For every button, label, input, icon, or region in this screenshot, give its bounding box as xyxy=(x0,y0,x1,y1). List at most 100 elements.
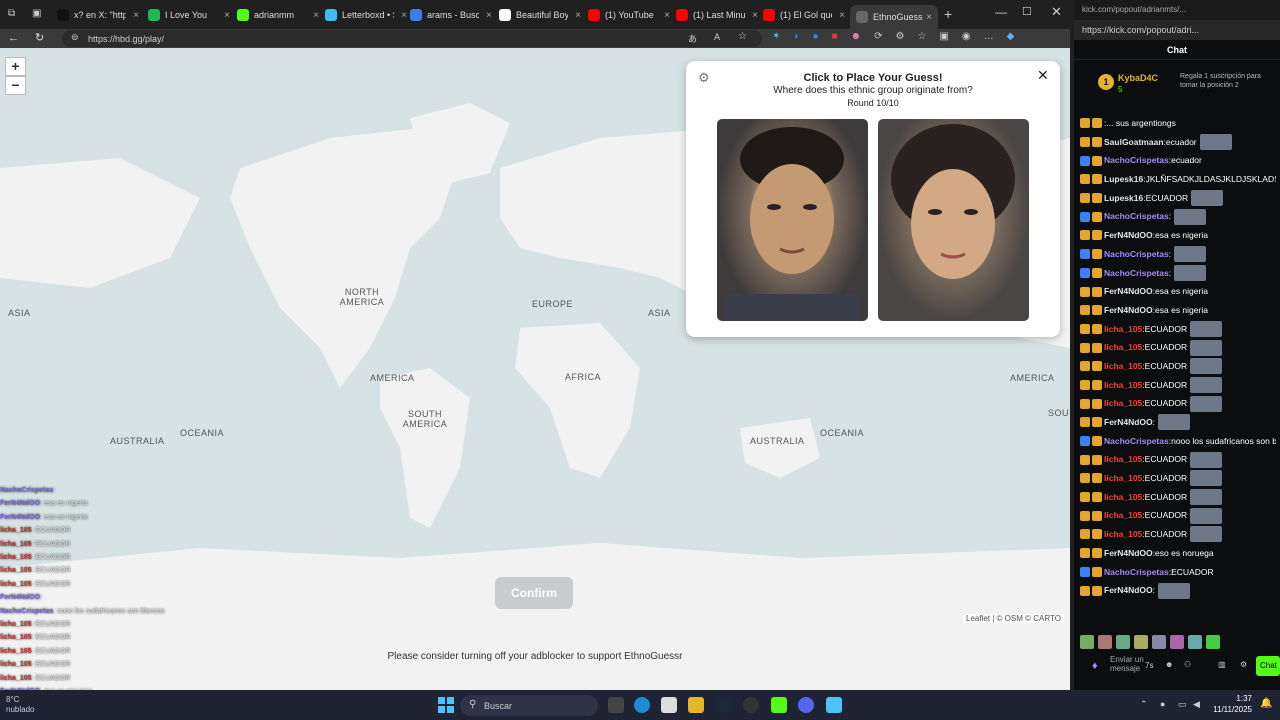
tab-2[interactable]: I Love You × xyxy=(148,5,230,25)
tab-4[interactable]: Letterboxd • Se × xyxy=(325,5,407,25)
chat-message[interactable]: NachoCrispetas: ecuador xyxy=(1080,151,1276,170)
minimize-button[interactable]: — xyxy=(995,5,1007,19)
chat-username[interactable]: Lupesk16 xyxy=(1104,189,1143,208)
chat-message[interactable]: licha_105: ECUADOR xyxy=(1080,376,1276,395)
extension-icon[interactable]: ☻ xyxy=(851,31,862,46)
chat-username[interactable]: licha_105 xyxy=(1104,394,1142,413)
chat-message[interactable]: : ... sus argentiongs xyxy=(1080,114,1276,133)
settings-icon[interactable]: ⚙ xyxy=(1240,660,1247,669)
address-bar[interactable]: ⊜ https://hbd.gg/play/ あ A ☆ xyxy=(62,30,762,47)
chat-message[interactable]: licha_105: ECUADOR xyxy=(1080,357,1276,376)
extension-icon[interactable]: ⟳ xyxy=(874,31,882,46)
zoom-out-button[interactable]: − xyxy=(5,76,26,95)
chat-message[interactable]: licha_105: ECUADOR xyxy=(1080,488,1276,507)
chat-message[interactable]: FerN4NdOO: xyxy=(1080,413,1276,432)
timer-icon[interactable]: 7s xyxy=(1145,661,1153,670)
copilot-icon[interactable]: ◆ xyxy=(1007,31,1015,46)
translate-icon[interactable]: あ xyxy=(688,32,697,45)
close-tab-icon[interactable]: × xyxy=(661,10,670,21)
emote-icon[interactable] xyxy=(1116,635,1130,649)
chat-message[interactable]: SaulGoatmaan: ecuador xyxy=(1080,133,1276,152)
obs-icon[interactable] xyxy=(743,697,759,713)
extension-icon[interactable]: ✶ xyxy=(772,31,780,46)
site-info-icon[interactable]: ⊜ xyxy=(71,32,79,43)
chat-message[interactable]: Lupesk16: JKLÑFSADKJLDASJKLDJSKLADSA xyxy=(1080,170,1276,189)
tab-7[interactable]: (1) YouTube × xyxy=(588,5,670,25)
kick-url[interactable]: https://kick.com/popout/adri... xyxy=(1074,20,1280,40)
more-menu-icon[interactable]: … xyxy=(984,31,994,46)
close-tab-icon[interactable]: × xyxy=(572,10,581,21)
close-window-button[interactable]: ✕ xyxy=(1051,4,1062,20)
emote-icon[interactable] xyxy=(1206,635,1220,649)
favorite-star-icon[interactable]: ☆ xyxy=(738,31,747,42)
chat-username[interactable]: FerN4NdOO xyxy=(1104,581,1153,600)
discord-icon[interactable] xyxy=(798,697,814,713)
extensions-puzzle-icon[interactable]: ⚙ xyxy=(895,31,904,46)
edge-icon[interactable] xyxy=(634,697,650,713)
trash-icon[interactable]: ▥ xyxy=(1218,660,1226,669)
extension-icon[interactable]: ■ xyxy=(831,31,837,46)
tab-actions-icon[interactable]: ▣ xyxy=(32,8,41,19)
chat-username[interactable]: licha_105 xyxy=(1104,320,1142,339)
tab-10[interactable]: EthnoGuessr × xyxy=(850,5,938,29)
chat-username[interactable]: licha_105 xyxy=(1104,357,1142,376)
chat-username[interactable]: NachoCrispetas xyxy=(1104,432,1169,451)
clock-date[interactable]: 11/11/2025 xyxy=(1208,705,1252,714)
close-tab-icon[interactable]: × xyxy=(130,10,139,21)
chat-message[interactable]: licha_105: ECUADOR xyxy=(1080,450,1276,469)
chat-message[interactable]: FerN4NdOO: esa es nigeria xyxy=(1080,282,1276,301)
collections-icon[interactable]: ▣ xyxy=(939,31,948,46)
kick-app-icon[interactable] xyxy=(771,697,787,713)
close-tab-icon[interactable]: × xyxy=(483,10,492,21)
emote-icon[interactable] xyxy=(1170,635,1184,649)
tab-6[interactable]: Beautiful Boy - × xyxy=(499,5,581,25)
new-tab-button[interactable]: + xyxy=(944,6,952,22)
chat-username[interactable]: licha_105 xyxy=(1104,338,1142,357)
emote-icon[interactable] xyxy=(1098,635,1112,649)
chat-message[interactable]: FerN4NdOO: eso es noruega xyxy=(1080,544,1276,563)
chat-username[interactable]: FerN4NdOO xyxy=(1104,413,1153,432)
chat-username[interactable]: Lupesk16 xyxy=(1104,170,1143,189)
reload-icon[interactable]: ↻ xyxy=(35,30,44,47)
chat-username[interactable]: FerN4NdOO xyxy=(1104,226,1153,245)
emote-icon[interactable] xyxy=(1188,635,1202,649)
chat-message[interactable]: licha_105: ECUADOR xyxy=(1080,394,1276,413)
chat-message[interactable]: NachoCrispetas: ECUADOR xyxy=(1080,563,1276,582)
emote-icon[interactable] xyxy=(1080,635,1094,649)
microphone-icon[interactable]: ♦ xyxy=(1092,660,1098,672)
close-tab-icon[interactable]: × xyxy=(923,12,932,23)
tray-chevron-icon[interactable]: ⌃ xyxy=(1140,699,1148,710)
notifications-icon[interactable]: 🔔 xyxy=(1260,698,1272,709)
emoji-icon[interactable]: ☻ xyxy=(1165,660,1173,669)
confirm-button[interactable]: Confirm xyxy=(495,577,573,609)
notepad-icon[interactable] xyxy=(826,697,842,713)
emote-icon[interactable] xyxy=(1134,635,1148,649)
back-icon[interactable]: ← xyxy=(8,30,19,47)
chat-message[interactable]: FerN4NdOO: esa es nigeria xyxy=(1080,226,1276,245)
chat-message[interactable]: licha_105: ECUADOR xyxy=(1080,469,1276,488)
chat-username[interactable]: licha_105 xyxy=(1104,506,1142,525)
chat-username[interactable]: NachoCrispetas xyxy=(1104,151,1169,170)
tab-3[interactable]: adrianmm × xyxy=(237,5,319,25)
chat-username[interactable]: NachoCrispetas xyxy=(1104,264,1169,283)
taskbar-search[interactable]: ⚲ Buscar xyxy=(460,695,598,716)
steam-icon[interactable] xyxy=(716,697,732,713)
chat-message[interactable]: NachoCrispetas: nooo los sudafricanos so… xyxy=(1080,432,1276,451)
chat-message[interactable]: NachoCrispetas: xyxy=(1080,264,1276,283)
chat-username[interactable]: FerN4NdOO xyxy=(1104,544,1153,563)
chat-message[interactable]: licha_105: ECUADOR xyxy=(1080,320,1276,339)
close-tab-icon[interactable]: × xyxy=(836,10,845,21)
chat-message[interactable]: NachoCrispetas: xyxy=(1080,245,1276,264)
chat-username[interactable]: FerN4NdOO xyxy=(1104,282,1153,301)
profile-avatar-icon[interactable]: ◉ xyxy=(962,31,971,46)
zoom-in-button[interactable]: + xyxy=(5,57,26,76)
clock-time[interactable]: 1:37 xyxy=(1210,694,1252,703)
chat-message[interactable]: Lupesk16: ECUADOR xyxy=(1080,189,1276,208)
close-tab-icon[interactable]: × xyxy=(398,10,407,21)
store-icon[interactable] xyxy=(661,697,677,713)
weather-widget[interactable]: 8°C nublado xyxy=(6,695,34,715)
volume-icon[interactable]: ◀ xyxy=(1193,699,1200,710)
tab-8[interactable]: (1) Last Minute × xyxy=(676,5,758,25)
chat-username[interactable]: FerN4NdOO xyxy=(1104,301,1153,320)
chat-username[interactable]: licha_105 xyxy=(1104,469,1142,488)
